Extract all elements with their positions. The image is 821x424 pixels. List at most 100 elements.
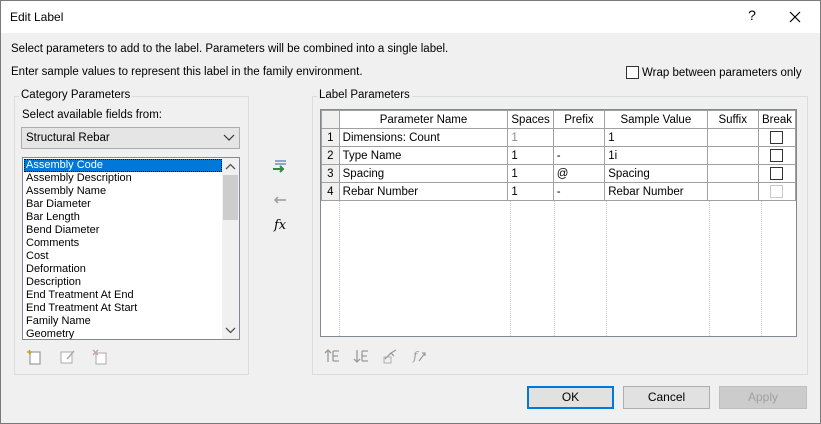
fields-scrollbar[interactable] bbox=[222, 158, 239, 339]
wrap-between-parameters-label[interactable]: Wrap between parameters only bbox=[642, 67, 802, 79]
grid-header-row: Parameter Name Spaces Prefix Sample Valu… bbox=[321, 110, 797, 129]
help-button[interactable]: ? bbox=[745, 7, 759, 23]
parameter-name-cell[interactable]: Rebar Number bbox=[338, 182, 509, 201]
list-item[interactable]: Assembly Code bbox=[24, 159, 222, 172]
new-parameter-icon[interactable] bbox=[26, 348, 44, 366]
list-item[interactable]: End Treatment At End bbox=[24, 289, 222, 302]
sample-value-cell[interactable]: 1 bbox=[604, 128, 708, 147]
header-spaces[interactable]: Spaces bbox=[507, 110, 554, 129]
apply-button: Apply bbox=[719, 386, 807, 409]
header-parameter-name[interactable]: Parameter Name bbox=[338, 110, 509, 129]
formula-fx-icon[interactable]: fx bbox=[274, 218, 286, 233]
table-row[interactable]: 4 Rebar Number 1 - Rebar Number bbox=[321, 182, 797, 201]
parameter-name-cell[interactable]: Dimensions: Count bbox=[338, 128, 509, 147]
prefix-cell[interactable]: @ bbox=[552, 164, 606, 183]
row-number[interactable]: 3 bbox=[321, 164, 340, 183]
suffix-cell[interactable] bbox=[706, 146, 759, 165]
list-item[interactable]: Deformation bbox=[24, 263, 222, 276]
list-item[interactable]: Assembly Name bbox=[24, 185, 222, 198]
available-fields-items: Assembly Code Assembly Description Assembl… bbox=[24, 159, 222, 339]
available-fields-list[interactable]: Assembly Code Assembly Description Assembl… bbox=[22, 157, 240, 340]
move-down-icon[interactable] bbox=[352, 347, 370, 365]
grid-empty-area bbox=[321, 201, 796, 336]
prefix-cell[interactable]: - bbox=[552, 146, 606, 165]
select-fields-label: Select available fields from: bbox=[22, 109, 162, 121]
dialog-title: Edit Label bbox=[10, 10, 64, 24]
grid-corner bbox=[321, 110, 340, 129]
list-item[interactable]: Description bbox=[24, 276, 222, 289]
remove-parameter-icon[interactable] bbox=[271, 191, 289, 209]
table-row[interactable]: 2 Type Name 1 - 1i bbox=[321, 146, 797, 165]
prefix-cell[interactable] bbox=[552, 128, 606, 147]
instruction-line-1: Select parameters to add to the label. P… bbox=[11, 43, 449, 55]
wrap-between-parameters-checkbox[interactable] bbox=[626, 66, 639, 79]
list-item[interactable]: Geometry bbox=[24, 328, 222, 339]
add-parameter-icon[interactable] bbox=[271, 158, 289, 176]
list-item[interactable]: Bar Diameter bbox=[24, 198, 222, 211]
edit-label-dialog: Edit Label ? Select parameters to add to… bbox=[0, 0, 821, 424]
list-item[interactable]: Comments bbox=[24, 237, 222, 250]
cancel-button[interactable]: Cancel bbox=[623, 386, 710, 409]
title-bar: Edit Label ? bbox=[1, 1, 820, 33]
scrollbar-thumb[interactable] bbox=[223, 175, 238, 220]
category-parameters-heading: Category Parameters bbox=[19, 89, 133, 101]
break-checkbox bbox=[770, 185, 784, 198]
header-prefix[interactable]: Prefix bbox=[552, 110, 606, 129]
suffix-cell[interactable] bbox=[706, 164, 759, 183]
sample-value-cell[interactable]: Spacing bbox=[604, 164, 708, 183]
break-cell[interactable] bbox=[757, 164, 797, 183]
header-sample-value[interactable]: Sample Value bbox=[604, 110, 708, 129]
list-item[interactable]: Cost bbox=[24, 250, 222, 263]
move-up-icon[interactable] bbox=[323, 347, 341, 365]
scroll-up-icon[interactable] bbox=[222, 158, 239, 175]
row-number[interactable]: 4 bbox=[321, 182, 340, 201]
scroll-down-icon[interactable] bbox=[222, 322, 239, 339]
ok-button[interactable]: OK bbox=[527, 386, 614, 409]
sample-value-cell[interactable]: 1i bbox=[604, 146, 708, 165]
table-row[interactable]: 1 Dimensions: Count 1 1 bbox=[321, 128, 797, 147]
break-cell[interactable] bbox=[757, 128, 797, 147]
header-suffix[interactable]: Suffix bbox=[706, 110, 759, 129]
header-break[interactable]: Break bbox=[757, 110, 797, 129]
break-cell[interactable] bbox=[757, 146, 797, 165]
list-item[interactable]: End Treatment At Start bbox=[24, 302, 222, 315]
instruction-line-2: Enter sample values to represent this la… bbox=[11, 66, 363, 78]
grid-column-divider bbox=[339, 201, 340, 336]
row-number[interactable]: 1 bbox=[321, 128, 340, 147]
list-item[interactable]: Bar Length bbox=[24, 211, 222, 224]
sample-value-cell[interactable]: Rebar Number bbox=[604, 182, 708, 201]
list-item[interactable]: Family Name bbox=[24, 315, 222, 328]
grid-column-divider bbox=[510, 201, 511, 336]
grid-column-divider bbox=[709, 201, 710, 336]
edit-parameter-icon[interactable] bbox=[59, 348, 77, 366]
parameter-name-cell[interactable]: Type Name bbox=[338, 146, 509, 165]
grid-column-divider bbox=[761, 201, 762, 336]
table-row[interactable]: 3 Spacing 1 @ Spacing bbox=[321, 164, 797, 183]
break-checkbox[interactable] bbox=[770, 167, 784, 180]
suffix-cell[interactable] bbox=[706, 128, 759, 147]
edit-label-parameter-icon[interactable] bbox=[382, 347, 400, 365]
prefix-cell[interactable]: - bbox=[552, 182, 606, 201]
svg-text:f: f bbox=[412, 349, 420, 363]
label-parameters-heading: Label Parameters bbox=[317, 89, 412, 101]
delete-parameter-icon[interactable] bbox=[91, 348, 109, 366]
list-item[interactable]: Bend Diameter bbox=[24, 224, 222, 237]
break-checkbox[interactable] bbox=[770, 131, 784, 144]
chevron-down-icon bbox=[223, 133, 235, 143]
formula-edit-icon[interactable]: f bbox=[411, 347, 429, 365]
spaces-cell[interactable]: 1 bbox=[507, 182, 554, 201]
break-checkbox[interactable] bbox=[770, 149, 784, 162]
spaces-cell: 1 bbox=[507, 128, 554, 147]
list-item[interactable]: Assembly Description bbox=[24, 172, 222, 185]
spaces-cell[interactable]: 1 bbox=[507, 146, 554, 165]
row-number[interactable]: 2 bbox=[321, 146, 340, 165]
label-parameters-grid: Parameter Name Spaces Prefix Sample Valu… bbox=[320, 109, 797, 337]
close-icon[interactable] bbox=[783, 5, 807, 29]
spaces-cell[interactable]: 1 bbox=[507, 164, 554, 183]
grid-column-divider bbox=[554, 201, 555, 336]
break-cell bbox=[757, 182, 797, 201]
category-select[interactable]: Structural Rebar bbox=[21, 127, 240, 149]
suffix-cell[interactable] bbox=[706, 182, 759, 201]
parameter-name-cell[interactable]: Spacing bbox=[338, 164, 509, 183]
category-select-value: Structural Rebar bbox=[26, 132, 110, 144]
